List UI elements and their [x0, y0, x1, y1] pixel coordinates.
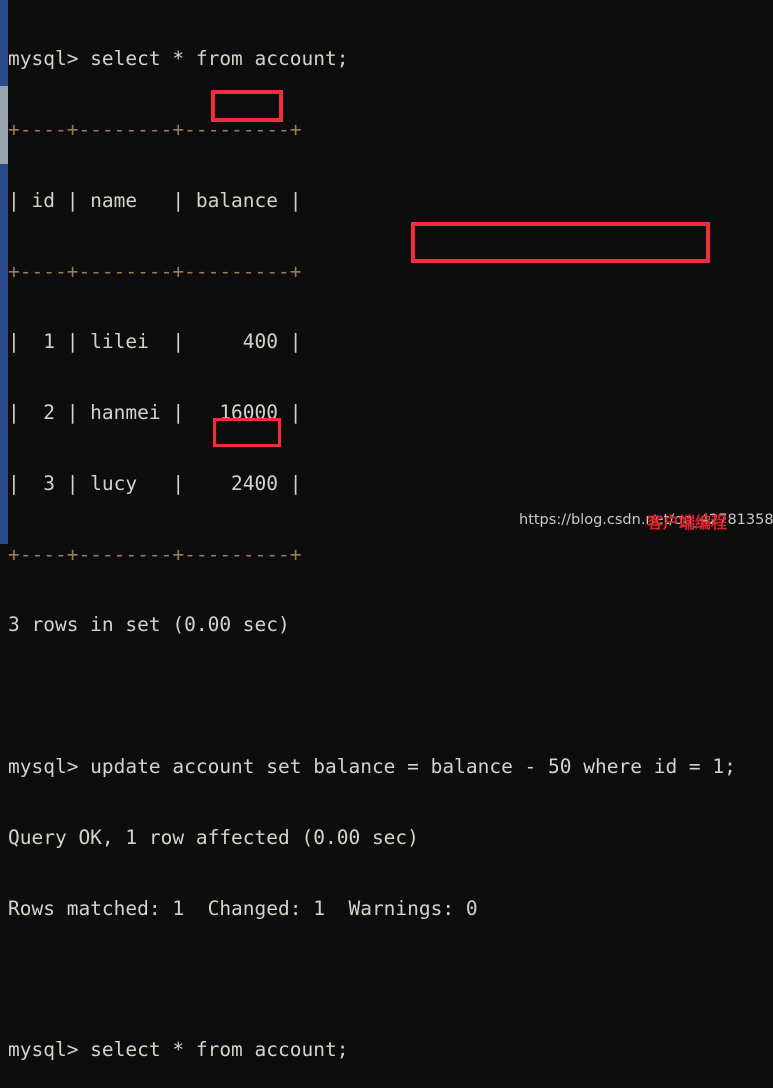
- console-line: Query OK, 1 row affected (0.00 sec): [8, 825, 419, 849]
- console-output: mysql> select * from account; +----+----…: [8, 0, 773, 1088]
- console-line: 3 rows in set (0.00 sec): [8, 613, 290, 637]
- watermark-url: https://blog.csdn.net/qq_42781358: [519, 512, 773, 528]
- console-line: +----+--------+---------+: [8, 259, 302, 283]
- console-line: +----+--------+---------+: [8, 542, 302, 566]
- console-line: +----+--------+---------+: [8, 117, 302, 141]
- scrollbar-thumb[interactable]: [0, 86, 8, 164]
- console-line: | 1 | lilei | 400 |: [8, 330, 302, 354]
- console-line: | id | name | balance |: [8, 188, 302, 212]
- console-line: mysql> update account set balance = bala…: [8, 755, 736, 778]
- console-line: | 2 | hanmei | 16000 |: [8, 401, 302, 425]
- console-line: mysql> select * from account;: [8, 1038, 349, 1062]
- console-line: | 3 | lucy | 2400 |: [8, 471, 302, 495]
- console-line: mysql> select * from account;: [8, 47, 349, 71]
- watermark-overlay-text: 客户端编程: [647, 513, 728, 532]
- vertical-scrollbar[interactable]: [0, 0, 8, 544]
- console-line: Rows matched: 1 Changed: 1 Warnings: 0: [8, 896, 478, 920]
- terminal-window: mysql> select * from account; +----+----…: [0, 0, 773, 1061]
